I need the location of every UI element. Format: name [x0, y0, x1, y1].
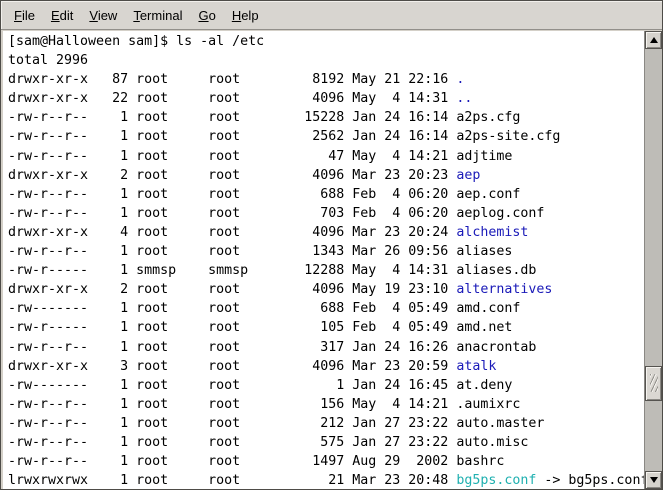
- file-name: adjtime: [456, 149, 512, 164]
- menu-help[interactable]: Help: [224, 3, 267, 28]
- terminal-line: -rw-r--r-- 1 root root 1343 Mar 26 09:56…: [8, 242, 644, 261]
- file-name: amd.conf: [456, 301, 520, 316]
- terminal-screen[interactable]: [sam@Halloween sam]$ ls -al /etc total 2…: [3, 31, 644, 489]
- terminal-line: drwxr-xr-x 3 root root 4096 Mar 23 20:59…: [8, 357, 644, 376]
- terminal-line: drwxr-xr-x 4 root root 4096 Mar 23 20:24…: [8, 223, 644, 242]
- terminal-line: -rw-r--r-- 1 root root 317 Jan 24 16:26 …: [8, 338, 644, 357]
- file-name: aliases.db: [456, 263, 536, 278]
- file-name: auto.misc: [456, 435, 528, 450]
- scroll-up-button[interactable]: [645, 31, 662, 49]
- menu-file[interactable]: File: [6, 3, 43, 28]
- prompt-line: [sam@Halloween sam]$ ls -al /etc: [8, 32, 644, 51]
- file-name: a2ps-site.cfg: [456, 129, 560, 144]
- terminal-line: -rw-r--r-- 1 root root 703 Feb 4 06:20 a…: [8, 204, 644, 223]
- terminal-line: -rw------- 1 root root 1 Jan 24 16:45 at…: [8, 376, 644, 395]
- terminal-line: -rw-r--r-- 1 root root 575 Jan 27 23:22 …: [8, 433, 644, 452]
- menu-edit[interactable]: Edit: [43, 3, 81, 28]
- directory-name: .: [456, 72, 464, 87]
- menu-bar: FileEditViewTerminalGoHelp: [1, 1, 662, 30]
- terminal-line: -rw-r--r-- 1 root root 2562 Jan 24 16:14…: [8, 127, 644, 146]
- terminal-line: -rw-r--r-- 1 root root 15228 Jan 24 16:1…: [8, 108, 644, 127]
- terminal-line: -rw-r--r-- 1 root root 212 Jan 27 23:22 …: [8, 414, 644, 433]
- down-arrow-icon: [650, 477, 658, 483]
- menu-terminal[interactable]: Terminal: [125, 3, 190, 28]
- directory-name: alchemist: [456, 225, 528, 240]
- directory-name: atalk: [456, 359, 496, 374]
- menu-go[interactable]: Go: [190, 3, 223, 28]
- terminal-line: drwxr-xr-x 2 root root 4096 May 19 23:10…: [8, 280, 644, 299]
- file-name: at.deny: [456, 378, 512, 393]
- directory-name: aep: [456, 168, 480, 183]
- scrollbar[interactable]: [644, 31, 662, 489]
- file-name: aeplog.conf: [456, 206, 544, 221]
- menu-accelerator: F: [14, 8, 22, 23]
- menu-accelerator: V: [89, 8, 97, 23]
- file-name: aep.conf: [456, 187, 520, 202]
- file-name: amd.net: [456, 320, 512, 335]
- directory-name: alternatives: [456, 282, 552, 297]
- menu-accelerator: E: [51, 8, 60, 23]
- terminal-line: drwxr-xr-x 2 root root 4096 Mar 23 20:23…: [8, 166, 644, 185]
- scrollbar-grip-icon: [650, 374, 658, 392]
- directory-name: ..: [456, 91, 472, 106]
- up-arrow-icon: [650, 37, 658, 43]
- terminal-line: -rw-r--r-- 1 root root 688 Feb 4 06:20 a…: [8, 185, 644, 204]
- file-name: .aumixrc: [456, 397, 520, 412]
- symlink-name: bg5ps.conf: [456, 473, 536, 488]
- terminal-area: [sam@Halloween sam]$ ls -al /etc total 2…: [1, 30, 662, 489]
- terminal-line: -rw-r--r-- 1 root root 156 May 4 14:21 .…: [8, 395, 644, 414]
- scrollbar-thumb[interactable]: [645, 366, 662, 401]
- menu-accelerator: G: [198, 8, 208, 23]
- menu-view[interactable]: View: [81, 3, 125, 28]
- file-name: aliases: [456, 244, 512, 259]
- terminal-line: drwxr-xr-x 87 root root 8192 May 21 22:1…: [8, 70, 644, 89]
- terminal-line: -rw-r--r-- 1 root root 1497 Aug 29 2002 …: [8, 452, 644, 471]
- scroll-down-button[interactable]: [645, 471, 662, 489]
- file-name: bashrc: [456, 454, 504, 469]
- total-line: total 2996: [8, 51, 644, 70]
- terminal-line: -rw-r--r-- 1 root root 47 May 4 14:21 ad…: [8, 147, 644, 166]
- file-name: a2ps.cfg: [456, 110, 520, 125]
- file-name: anacrontab: [456, 340, 536, 355]
- file-listing: drwxr-xr-x 87 root root 8192 May 21 22:1…: [8, 70, 644, 489]
- terminal-line: drwxr-xr-x 22 root root 4096 May 4 14:31…: [8, 89, 644, 108]
- terminal-line: lrwxrwxrwx 1 root root 21 Mar 23 20:48 b…: [8, 471, 644, 489]
- menu-accelerator: H: [232, 8, 241, 23]
- terminal-window: FileEditViewTerminalGoHelp [sam@Hallowee…: [0, 0, 663, 490]
- terminal-line: -rw-r----- 1 smmsp smmsp 12288 May 4 14:…: [8, 261, 644, 280]
- file-name: auto.master: [456, 416, 544, 431]
- terminal-line: -rw------- 1 root root 688 Feb 4 05:49 a…: [8, 299, 644, 318]
- terminal-line: -rw-r----- 1 root root 105 Feb 4 05:49 a…: [8, 318, 644, 337]
- menu-accelerator: T: [133, 8, 140, 23]
- symlink-target: -> bg5ps.conf: [536, 473, 644, 488]
